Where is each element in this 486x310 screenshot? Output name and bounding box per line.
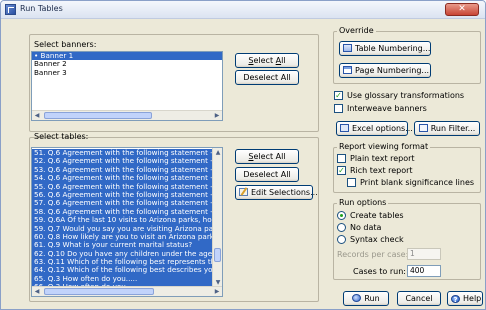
tables-vscrollbar[interactable]: ▲ ▼ xyxy=(212,148,222,288)
rich-text-checkbox[interactable]: ✓ xyxy=(337,166,346,175)
filter-icon xyxy=(418,124,428,132)
window-title: Run Tables xyxy=(20,4,63,13)
edit-selections-button[interactable]: Edit Selections... xyxy=(235,185,318,200)
records-per-case-input[interactable]: 1 xyxy=(407,248,441,260)
no-data-radio[interactable] xyxy=(337,223,346,232)
run-options-label: Run options xyxy=(337,198,389,207)
banners-list[interactable]: • Banner 1 Banner 2 Banner 3 ◀ ▶ xyxy=(31,51,223,121)
rich-text-label: Rich text report xyxy=(350,166,413,175)
banners-deselect-all-button[interactable]: Deselect All xyxy=(235,70,299,85)
scroll-up-icon[interactable]: ▲ xyxy=(213,148,222,158)
page-icon xyxy=(343,66,352,74)
list-item[interactable]: 51. Q.6 Agreement with the following sta… xyxy=(32,149,213,158)
tables-label: Select tables: xyxy=(34,132,89,141)
list-item[interactable]: 58. Q.6 Agreement with the following sta… xyxy=(32,207,213,217)
list-item[interactable]: 54. Q.6 Agreement with the following sta… xyxy=(32,174,213,183)
table-icon xyxy=(343,44,352,52)
list-item[interactable]: 55. Q.6 Agreement with the following sta… xyxy=(32,182,213,191)
scroll-thumb[interactable] xyxy=(214,248,221,262)
list-item[interactable]: 61. Q.9 What is your current marital sta… xyxy=(32,241,213,250)
close-button[interactable]: ✕ xyxy=(445,3,479,16)
scroll-thumb[interactable] xyxy=(44,112,152,119)
list-item[interactable]: 59. Q.6A Of the last 10 visits to Arizon… xyxy=(32,216,213,225)
override-label: Override xyxy=(337,26,376,35)
pencil-icon xyxy=(239,188,248,196)
report-format-label: Report viewing format xyxy=(337,142,431,151)
list-item[interactable]: 65. Q.3 How often do you..... xyxy=(32,274,213,284)
cases-to-run-label: Cases to run: xyxy=(353,267,406,276)
title-bar[interactable]: Run Tables ✕ xyxy=(1,1,485,19)
use-glossary-checkbox[interactable]: ✓ xyxy=(334,91,343,100)
list-item[interactable]: 57. Q.6 Agreement with the following sta… xyxy=(32,199,213,208)
use-glossary-label: Use glossary transformations xyxy=(347,91,465,100)
banners-select-all-button[interactable]: Select All xyxy=(235,53,299,68)
list-item[interactable]: 63. Q.11 Which of the following best rep… xyxy=(32,258,213,267)
list-item[interactable]: • Banner 1 xyxy=(32,52,222,61)
blank-significance-checkbox[interactable] xyxy=(347,178,356,187)
run-filter-button[interactable]: Run Filter... xyxy=(414,121,480,136)
help-icon: ? xyxy=(451,295,460,304)
run-tables-dialog: Run Tables ✕ Select banners: • Banner 1 … xyxy=(0,0,486,310)
list-item[interactable]: 59. Q.7 Would you say you are visiting A… xyxy=(32,224,213,233)
help-button[interactable]: ? Help xyxy=(447,291,483,306)
records-per-case-label: Records per case: xyxy=(337,250,409,259)
run-button[interactable]: Run xyxy=(343,291,389,306)
syntax-check-radio[interactable] xyxy=(337,235,346,244)
excel-options-button[interactable]: Excel options... xyxy=(336,121,413,136)
syntax-check-label: Syntax check xyxy=(350,235,404,244)
interweave-checkbox[interactable] xyxy=(334,104,343,113)
app-icon xyxy=(5,4,16,15)
tables-deselect-all-button[interactable]: Deselect All xyxy=(235,167,299,182)
list-item[interactable]: 60. Q.8 How likely are you to visit an A… xyxy=(32,232,213,242)
list-item[interactable]: Banner 3 xyxy=(32,69,222,77)
cancel-button[interactable]: Cancel xyxy=(397,291,441,306)
banners-hscrollbar[interactable]: ◀ ▶ xyxy=(32,110,222,120)
list-item[interactable]: 56. Q.6 Agreement with the following sta… xyxy=(32,190,213,200)
tables-list[interactable]: 51. Q.6 Agreement with the following sta… xyxy=(31,147,223,297)
scroll-left-icon[interactable]: ◀ xyxy=(32,287,42,296)
no-data-label: No data xyxy=(350,223,382,232)
blank-significance-label: Print blank significance lines xyxy=(360,178,475,187)
list-item[interactable]: 62. Q.10 Do you have any children under … xyxy=(32,249,213,259)
plain-text-checkbox[interactable] xyxy=(337,154,346,163)
scroll-left-icon[interactable]: ◀ xyxy=(32,111,42,120)
create-tables-label: Create tables xyxy=(350,211,404,220)
interweave-label: Interweave banners xyxy=(347,104,427,113)
table-numbering-button[interactable]: Table Numbering... xyxy=(339,41,431,56)
create-tables-radio[interactable] xyxy=(337,211,346,220)
list-item[interactable]: Banner 2 xyxy=(32,60,222,68)
list-item[interactable]: 52. Q.6 Agreement with the following sta… xyxy=(32,157,213,166)
run-icon xyxy=(352,294,362,302)
scroll-thumb[interactable] xyxy=(44,288,154,295)
list-item[interactable]: 64. Q.12 Which of the following best des… xyxy=(32,266,213,275)
scroll-right-icon[interactable]: ▶ xyxy=(212,287,222,296)
tables-select-all-button[interactable]: Select All xyxy=(235,149,299,164)
cases-to-run-input[interactable]: 400 xyxy=(407,265,441,277)
list-item[interactable]: 53. Q.6 Agreement with the following sta… xyxy=(32,165,213,175)
tables-hscrollbar[interactable]: ◀ ▶ xyxy=(32,286,222,296)
page-numbering-button[interactable]: Page Numbering... xyxy=(339,63,431,78)
scroll-right-icon[interactable]: ▶ xyxy=(212,111,222,120)
plain-text-label: Plain text report xyxy=(350,154,415,163)
banners-label: Select banners: xyxy=(34,40,97,49)
excel-icon xyxy=(340,124,349,132)
